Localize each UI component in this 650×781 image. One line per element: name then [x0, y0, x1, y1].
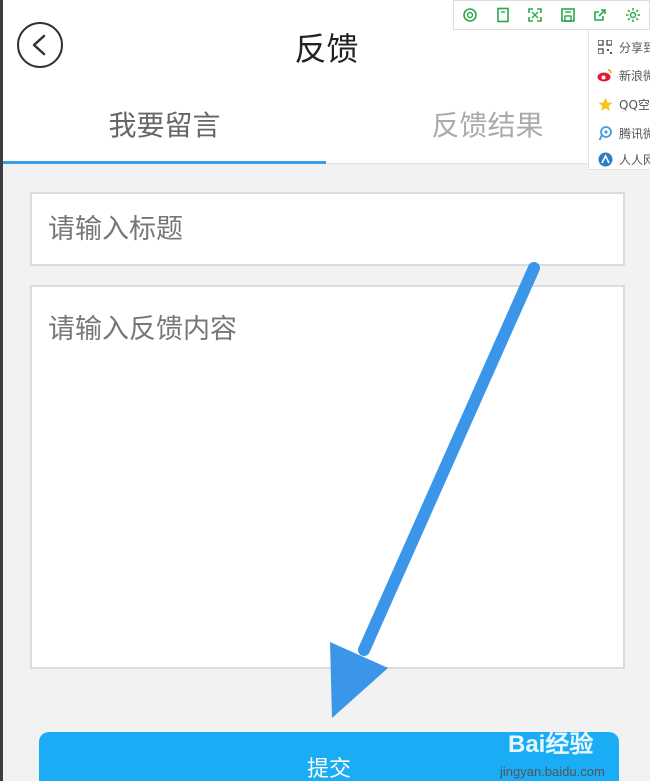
share-item-weibo[interactable]: 新浪微 [597, 64, 650, 86]
page-title: 反馈 [294, 30, 359, 68]
share-item-qrcode[interactable]: 分享到 [597, 36, 650, 58]
weibo-icon [597, 67, 613, 83]
watermark-logo: Bai经验 [508, 731, 594, 758]
tencent-weibo-icon [597, 125, 613, 141]
watermark-url: jingyan.baidu.com [500, 764, 605, 779]
feedback-content-textarea[interactable] [30, 285, 625, 669]
tab-leave-message[interactable]: 我要留言 [3, 90, 326, 164]
share-item-renren[interactable]: 人人网 [597, 148, 650, 169]
share-item-qzone[interactable]: QQ空 [597, 93, 650, 115]
bookmark-icon[interactable] [487, 1, 520, 29]
fullscreen-icon[interactable] [519, 1, 552, 29]
share-icon[interactable] [584, 1, 617, 29]
title-input[interactable] [30, 192, 625, 266]
qzone-star-icon [597, 96, 613, 112]
renren-icon [597, 151, 613, 167]
feedback-form: 提交 [3, 164, 650, 781]
qrcode-icon [597, 39, 613, 55]
share-item-tencent-weibo[interactable]: 腾讯微 [597, 122, 650, 144]
share-menu: 分享到 新浪微 QQ空 腾讯微 人人网 [588, 30, 650, 170]
browser-toolbar [453, 0, 650, 30]
baidu-jingyan-watermark: Bai经验 jingyan.baidu.com [500, 712, 650, 781]
save-icon[interactable] [552, 1, 585, 29]
tab-bar: 我要留言 反馈结果 [3, 90, 650, 164]
settings-icon[interactable] [617, 1, 650, 29]
search-icon[interactable] [454, 1, 487, 29]
